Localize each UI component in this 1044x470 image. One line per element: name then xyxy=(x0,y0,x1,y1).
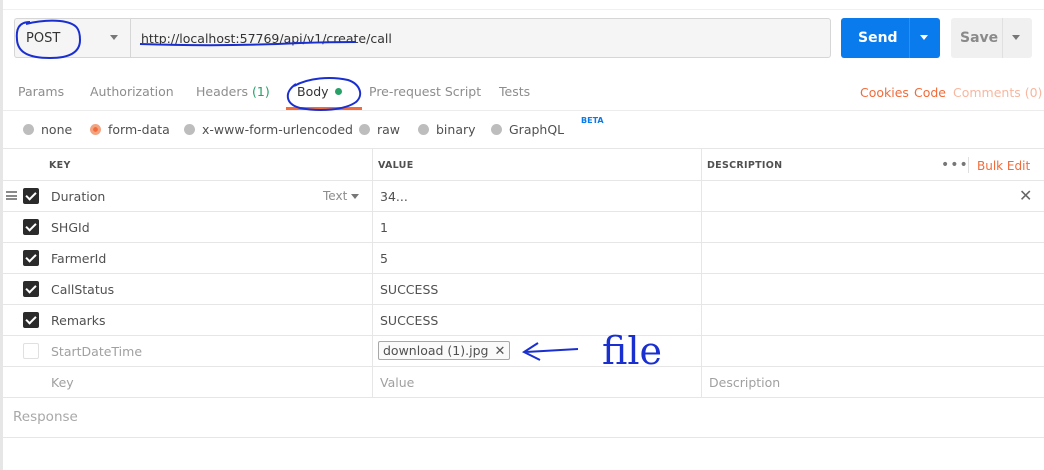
beta-badge: BETA xyxy=(581,116,604,125)
new-description-input[interactable]: Description xyxy=(709,375,780,390)
tab-params[interactable]: Params xyxy=(18,84,64,99)
new-value-input[interactable]: Value xyxy=(380,375,414,390)
table-row: Duration Text 34... ✕ xyxy=(3,181,1044,212)
send-label: Send xyxy=(858,30,898,46)
radio-label: form-data xyxy=(108,122,170,137)
row-key[interactable]: Remarks xyxy=(51,313,106,328)
row-key[interactable]: CallStatus xyxy=(51,282,114,297)
radio-label: none xyxy=(41,122,73,137)
chevron-down-icon xyxy=(351,194,360,199)
tab-headers-label: Headers xyxy=(196,84,249,99)
radio-label: GraphQL BETA xyxy=(509,116,604,137)
response-bottom-divider xyxy=(3,437,1044,438)
tab-pre-request-script[interactable]: Pre-request Script xyxy=(369,84,481,99)
tabs-divider xyxy=(3,110,1044,111)
response-divider xyxy=(3,397,1044,398)
url-input[interactable]: http://localhost:57769/api/v1/create/cal… xyxy=(130,18,831,58)
response-label: Response xyxy=(13,409,78,425)
headers-count: (1) xyxy=(252,84,270,99)
tab-authorization[interactable]: Authorization xyxy=(90,84,174,99)
top-strip xyxy=(0,0,1044,10)
table-row: StartDateTime download (1).jpg ✕ xyxy=(3,336,1044,367)
form-data-table: KEY VALUE DESCRIPTION ••• Bulk Edit Dura… xyxy=(3,148,1044,398)
row-key[interactable]: StartDateTime xyxy=(51,344,142,359)
row-value[interactable]: 34... xyxy=(380,189,408,204)
cookies-link[interactable]: Cookies xyxy=(860,85,909,100)
send-divider xyxy=(909,18,910,58)
table-row: FarmerId 5 xyxy=(3,243,1044,274)
row-checkbox[interactable] xyxy=(23,343,39,359)
tab-body[interactable]: Body xyxy=(297,84,342,99)
file-chip: download (1).jpg ✕ xyxy=(378,341,511,360)
chevron-down-icon xyxy=(110,35,118,40)
radio-circle xyxy=(23,124,34,135)
header-separator xyxy=(968,157,969,173)
row-checkbox[interactable] xyxy=(23,312,39,328)
table-row: Remarks SUCCESS xyxy=(3,305,1044,336)
radio-label: binary xyxy=(436,122,476,137)
more-options-icon[interactable]: ••• xyxy=(941,157,969,173)
bulk-edit-link[interactable]: Bulk Edit xyxy=(977,159,1030,173)
save-label: Save xyxy=(960,30,999,46)
send-button[interactable]: Send xyxy=(841,18,940,58)
save-button[interactable]: Save xyxy=(951,18,1032,58)
radio-label-text: GraphQL xyxy=(509,122,565,137)
method-select[interactable]: POST xyxy=(14,18,130,58)
method-label: POST xyxy=(26,31,61,46)
radio-circle xyxy=(491,124,502,135)
body-indicator-dot xyxy=(334,88,342,95)
radio-circle xyxy=(184,124,195,135)
table-row: SHGId 1 xyxy=(3,212,1044,243)
row-value[interactable]: SUCCESS xyxy=(380,313,438,328)
row-key[interactable]: SHGId xyxy=(51,220,90,235)
row-key[interactable]: Duration xyxy=(51,189,105,204)
row-checkbox[interactable] xyxy=(23,250,39,266)
radio-label: x-www-form-urlencoded xyxy=(202,122,353,137)
send-options-chevron-icon[interactable] xyxy=(920,35,928,40)
type-select[interactable]: Text xyxy=(323,189,360,203)
type-select-label: Text xyxy=(323,189,348,203)
tab-body-label: Body xyxy=(297,84,329,99)
radio-label: raw xyxy=(377,122,401,137)
comments-link[interactable]: Comments (0) xyxy=(953,85,1042,100)
row-value[interactable]: SUCCESS xyxy=(380,282,438,297)
row-value[interactable]: 5 xyxy=(380,251,388,266)
save-divider xyxy=(1002,18,1003,58)
table-header-row: KEY VALUE DESCRIPTION ••• Bulk Edit xyxy=(3,149,1044,181)
table-row: CallStatus SUCCESS xyxy=(3,274,1044,305)
radio-circle xyxy=(359,124,370,135)
row-checkbox[interactable] xyxy=(23,188,39,204)
radio-circle xyxy=(418,124,429,135)
drag-handle-icon[interactable] xyxy=(6,191,17,200)
delete-row-icon[interactable]: ✕ xyxy=(1019,186,1032,205)
save-options-chevron-icon[interactable] xyxy=(1012,35,1020,40)
code-link[interactable]: Code xyxy=(914,85,946,100)
row-key[interactable]: FarmerId xyxy=(51,251,106,266)
tab-headers[interactable]: Headers (1) xyxy=(196,84,270,99)
remove-file-icon[interactable]: ✕ xyxy=(494,344,505,359)
tab-tests[interactable]: Tests xyxy=(499,84,530,99)
radio-circle-selected xyxy=(90,124,101,135)
header-key: KEY xyxy=(49,160,71,171)
file-name: download (1).jpg xyxy=(383,343,489,358)
url-text: http://localhost:57769/api/v1/create/cal… xyxy=(141,31,392,46)
row-checkbox[interactable] xyxy=(23,219,39,235)
new-key-input[interactable]: Key xyxy=(51,375,74,390)
header-description: DESCRIPTION xyxy=(707,160,783,171)
table-row-new: Key Value Description xyxy=(3,367,1044,398)
row-checkbox[interactable] xyxy=(23,281,39,297)
header-value: VALUE xyxy=(378,160,414,171)
row-value[interactable]: 1 xyxy=(380,220,388,235)
